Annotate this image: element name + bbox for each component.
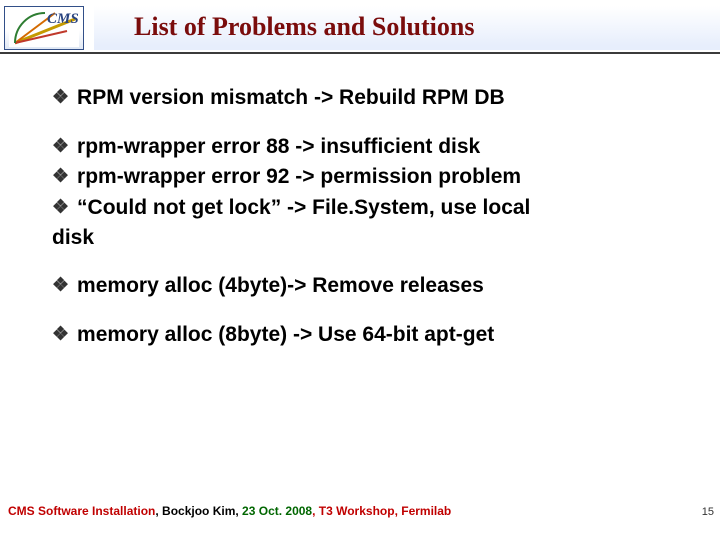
footer-venue: T3 Workshop, Fermilab <box>319 504 451 518</box>
bullet-continuation: disk <box>52 224 690 252</box>
bullet-item: ❖ rpm-wrapper error 92 -> permission pro… <box>52 163 690 192</box>
svg-text:CMS: CMS <box>47 11 79 27</box>
footer-date: 23 Oct. 2008 <box>242 504 312 518</box>
bullet-text: rpm-wrapper error 88 -> insufficient dis… <box>77 133 480 161</box>
slide: CMS List of Problems and Solutions ❖ RPM… <box>0 0 720 540</box>
bullet-text: memory alloc (4byte)-> Remove releases <box>77 272 484 300</box>
slide-number: 15 <box>702 506 714 518</box>
diamond-bullet-icon: ❖ <box>52 321 69 350</box>
header: CMS List of Problems and Solutions <box>0 0 720 50</box>
diamond-bullet-icon: ❖ <box>52 84 69 113</box>
bullet-text: memory alloc (8byte) -> Use 64-bit apt-g… <box>77 321 494 349</box>
page-title: List of Problems and Solutions <box>134 12 720 42</box>
footer-sep: , <box>312 504 319 518</box>
diamond-bullet-icon: ❖ <box>52 194 69 223</box>
footer-project: CMS Software Installation <box>8 504 155 518</box>
title-bar: List of Problems and Solutions <box>94 6 720 50</box>
diamond-bullet-icon: ❖ <box>52 272 69 301</box>
diamond-bullet-icon: ❖ <box>52 163 69 192</box>
bullet-text: disk <box>52 224 94 252</box>
cms-logo: CMS <box>4 6 84 50</box>
bullet-item: ❖ “Could not get lock” -> File.System, u… <box>52 194 690 223</box>
diamond-bullet-icon: ❖ <box>52 133 69 162</box>
bullet-item: ❖ memory alloc (8byte) -> Use 64-bit apt… <box>52 321 690 350</box>
bullet-text: “Could not get lock” -> File.System, use… <box>77 194 530 222</box>
bullet-item: ❖ rpm-wrapper error 88 -> insufficient d… <box>52 133 690 162</box>
footer: CMS Software Installation, Bockjoo Kim, … <box>8 504 451 518</box>
content: ❖ RPM version mismatch -> Rebuild RPM DB… <box>0 54 720 349</box>
bullet-item: ❖ RPM version mismatch -> Rebuild RPM DB <box>52 84 690 113</box>
bullet-text: RPM version mismatch -> Rebuild RPM DB <box>77 84 505 112</box>
footer-author: Bockjoo Kim, <box>162 504 242 518</box>
cms-logo-icon: CMS <box>9 9 79 47</box>
bullet-text: rpm-wrapper error 92 -> permission probl… <box>77 163 521 191</box>
bullet-item: ❖ memory alloc (4byte)-> Remove releases <box>52 272 690 301</box>
